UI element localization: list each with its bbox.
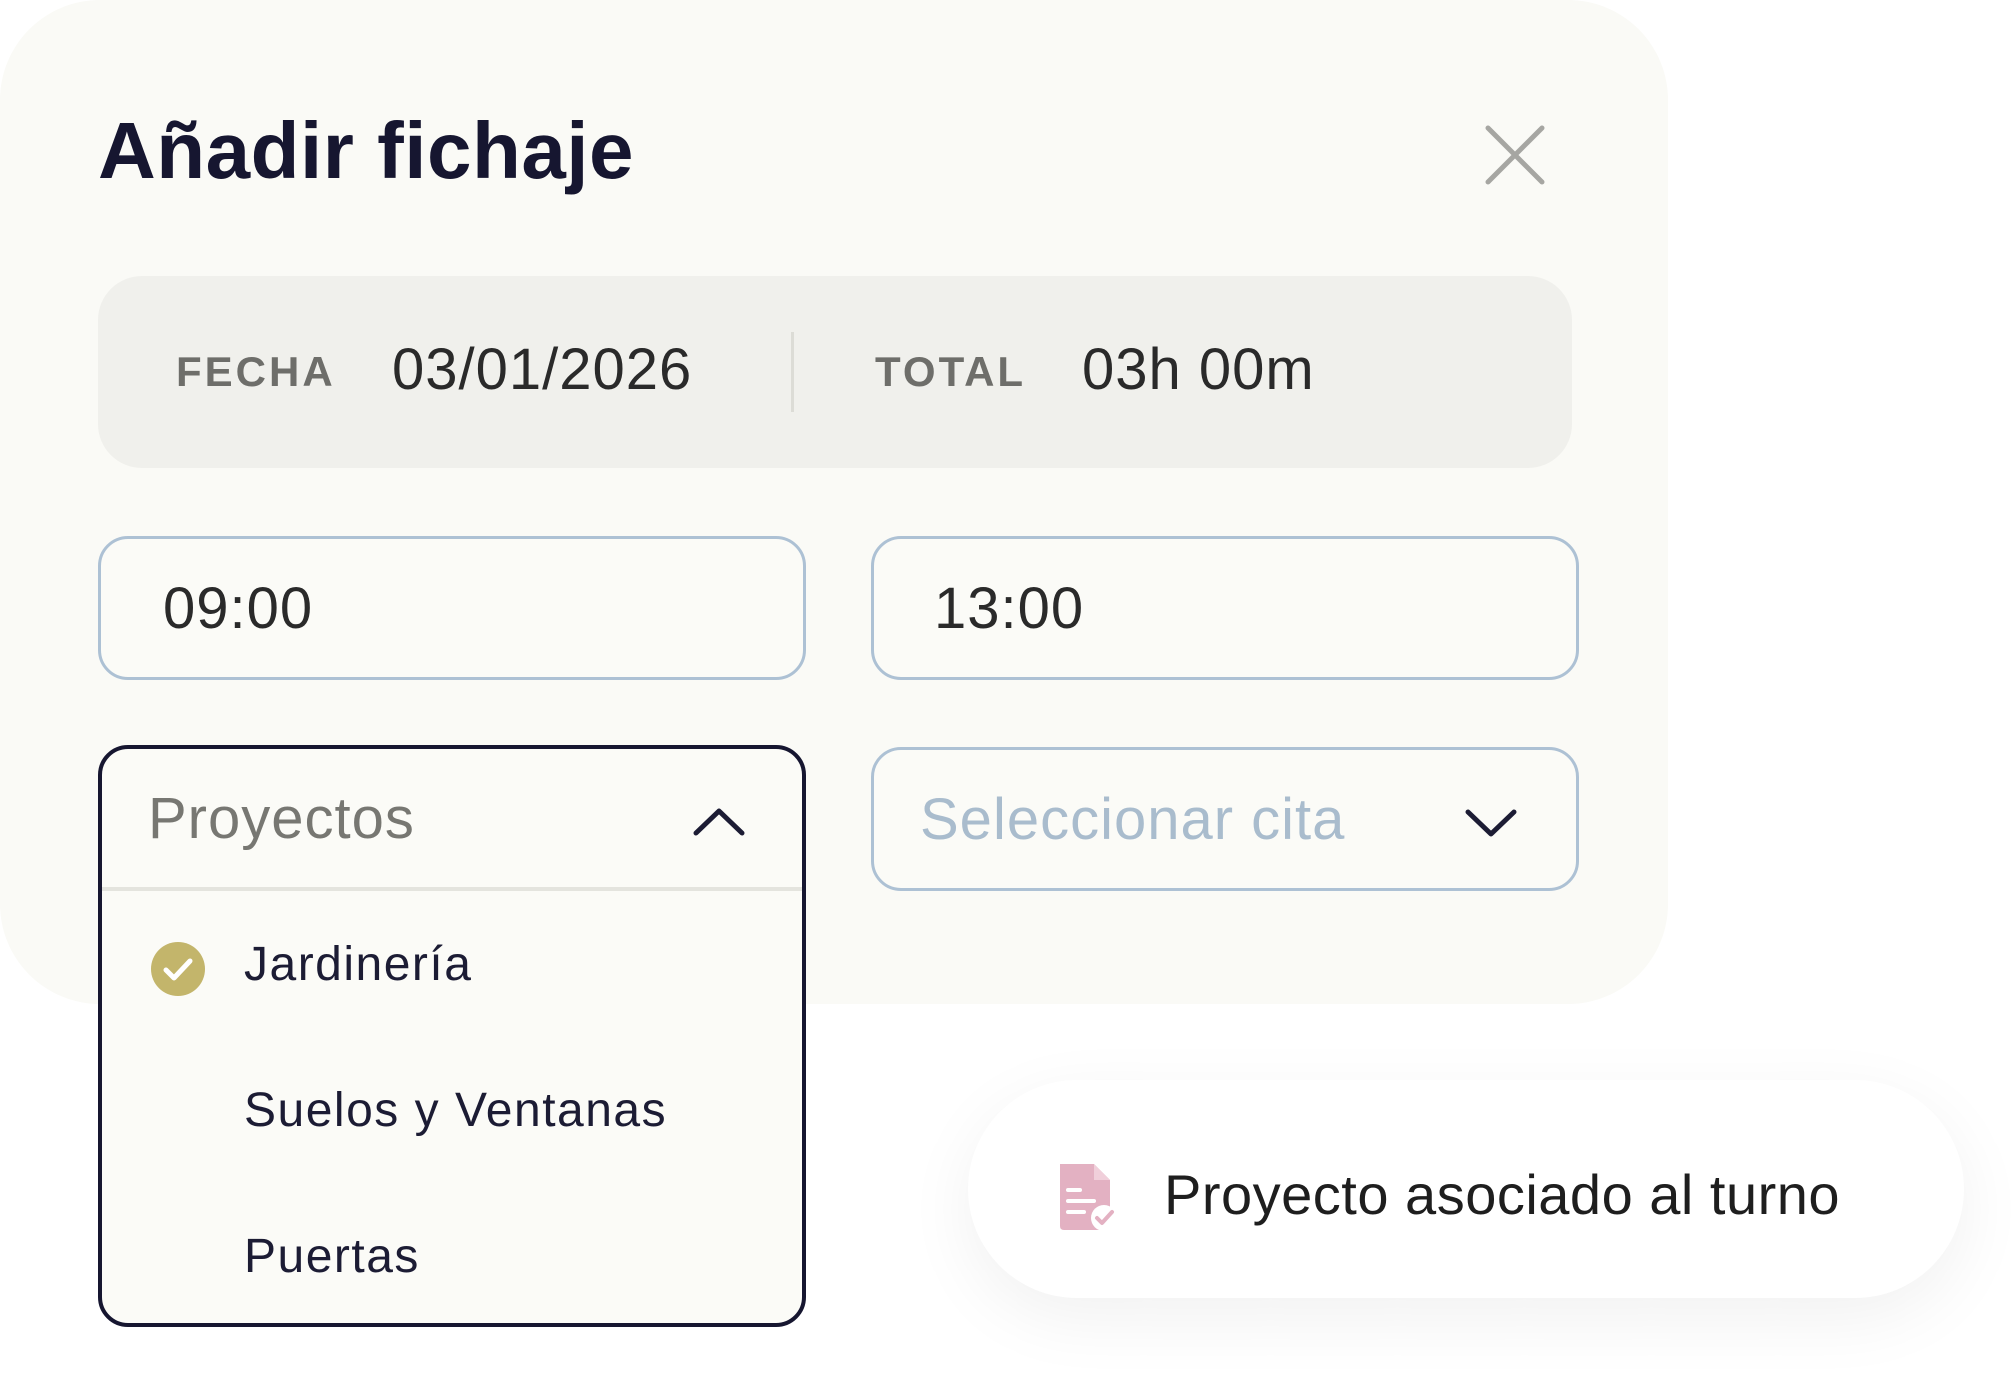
end-time-value: 13:00 [934,576,1085,641]
date-label: FECHA [176,348,336,395]
chevron-up-icon [693,808,745,836]
projects-dropdown-label: Proyectos [148,786,415,851]
total-label: TOTAL [875,348,1027,395]
start-time-value: 09:00 [163,576,314,641]
project-option-label: Suelos y Ventanas [244,1084,668,1137]
projects-dropdown[interactable]: Proyectos Jardinería Suelos y Ventanas P… [98,745,806,1327]
close-icon [1485,125,1545,185]
project-option-label: Puertas [244,1230,420,1283]
document-check-icon [1060,1164,1117,1231]
dialog-title: Añadir fichaje [98,106,635,195]
project-option-suelos-y-ventanas[interactable]: Suelos y Ventanas [102,1041,802,1187]
summary-divider [791,332,794,412]
date-value: 03/01/2026 [392,337,693,402]
end-time-field[interactable]: 13:00 [871,536,1579,680]
close-button[interactable] [1480,120,1550,190]
appointment-placeholder: Seleccionar cita [920,787,1346,852]
project-option-puertas[interactable]: Puertas [102,1187,802,1333]
tooltip-text: Proyecto asociado al turno [1164,1163,1841,1226]
entry-summary-bar: FECHA 03/01/2026 TOTAL 03h 00m [98,276,1572,468]
project-option-label: Jardinería [244,938,473,991]
chevron-down-icon [1465,809,1517,837]
info-tooltip: Proyecto asociado al turno [968,1080,1964,1298]
project-option-jardineria[interactable]: Jardinería [102,895,802,1041]
start-time-field[interactable]: 09:00 [98,536,806,680]
total-value: 03h 00m [1082,337,1315,402]
projects-dropdown-toggle[interactable]: Proyectos [102,749,802,891]
appointment-select[interactable]: Seleccionar cita [871,747,1579,891]
check-circle-icon [151,942,205,996]
